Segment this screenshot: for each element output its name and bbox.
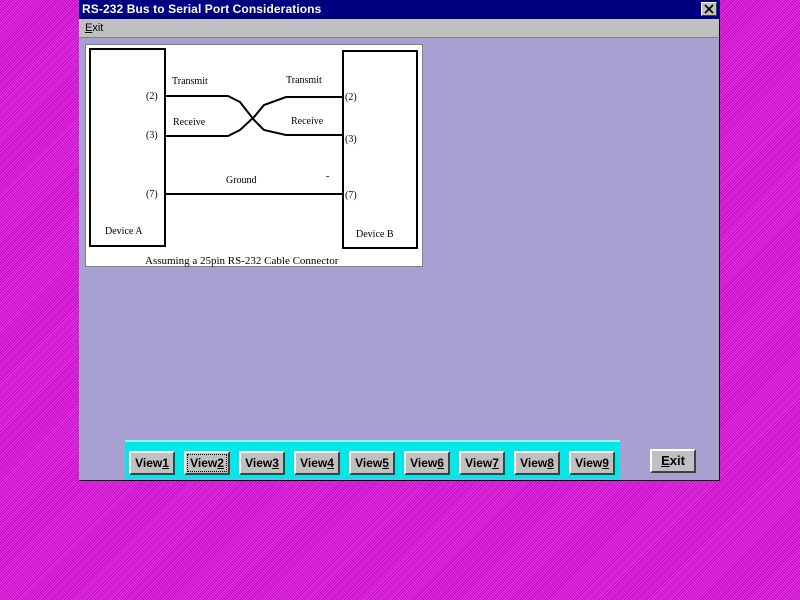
- view7-label: View: [465, 456, 493, 470]
- close-icon: [704, 4, 714, 14]
- ground-label: Ground: [226, 175, 257, 186]
- window-title: RS-232 Bus to Serial Port Considerations: [82, 2, 322, 16]
- view2-button[interactable]: View2: [184, 451, 230, 475]
- exit-mnemonic: E: [661, 453, 670, 468]
- pin-b-7: (7): [345, 190, 357, 201]
- device-a-box: [89, 48, 166, 247]
- view4-key: 4: [327, 456, 334, 470]
- menu-exit-label: xit: [92, 22, 104, 34]
- view4-label: View: [300, 456, 328, 470]
- receive-a-label: Receive: [173, 117, 206, 128]
- title-bar: RS-232 Bus to Serial Port Considerations: [79, 0, 720, 19]
- view4-button[interactable]: View4: [294, 451, 340, 475]
- pin-a-3: (3): [146, 130, 158, 141]
- view6-button[interactable]: View6: [404, 451, 450, 475]
- wiring-diagram-svg: Transmit Receive Transmit Receive Ground…: [89, 48, 418, 267]
- view8-key: 8: [547, 456, 554, 470]
- menu-bar: Exit: [79, 19, 719, 38]
- view5-key: 5: [382, 456, 389, 470]
- view9-label: View: [575, 456, 603, 470]
- device-b-label: Device B: [356, 229, 394, 240]
- view7-key: 7: [492, 456, 499, 470]
- view2-label: View: [190, 456, 218, 470]
- view9-button[interactable]: View9: [569, 451, 615, 475]
- exit-button[interactable]: Exit: [650, 449, 696, 473]
- view1-key: 1: [162, 456, 169, 470]
- transmit-b-label: Transmit: [286, 75, 322, 86]
- view6-label: View: [410, 456, 438, 470]
- view7-button[interactable]: View7: [459, 451, 505, 475]
- view-button-bar: View1 View2 View3 View4 View5 View6 View…: [125, 440, 620, 479]
- pin-b-3: (3): [345, 134, 357, 145]
- dash-mark: -: [326, 171, 329, 182]
- view5-label: View: [355, 456, 383, 470]
- pin-a-2: (2): [146, 91, 158, 102]
- transmit-a-label: Transmit: [172, 76, 208, 87]
- receive-b-label: Receive: [291, 116, 324, 127]
- view3-button[interactable]: View3: [239, 451, 285, 475]
- pin-b-2: (2): [345, 92, 357, 103]
- view6-key: 6: [437, 456, 444, 470]
- diagram-caption: Assuming a 25pin RS-232 Cable Connector: [145, 255, 339, 267]
- view1-button[interactable]: View1: [129, 451, 175, 475]
- view9-key: 9: [602, 456, 609, 470]
- view3-label: View: [245, 456, 273, 470]
- pin-a-7: (7): [146, 189, 158, 200]
- exit-label: xit: [669, 453, 685, 468]
- view1-label: View: [135, 456, 163, 470]
- close-button[interactable]: [701, 2, 717, 16]
- device-a-label: Device A: [105, 226, 143, 237]
- view8-button[interactable]: View8: [514, 451, 560, 475]
- view5-button[interactable]: View5: [349, 451, 395, 475]
- wiring-diagram: Transmit Receive Transmit Receive Ground…: [85, 44, 423, 267]
- view8-label: View: [520, 456, 548, 470]
- view3-key: 3: [272, 456, 279, 470]
- device-b-box: [342, 50, 418, 249]
- view2-key: 2: [217, 456, 224, 470]
- menu-exit[interactable]: Exit: [85, 22, 103, 34]
